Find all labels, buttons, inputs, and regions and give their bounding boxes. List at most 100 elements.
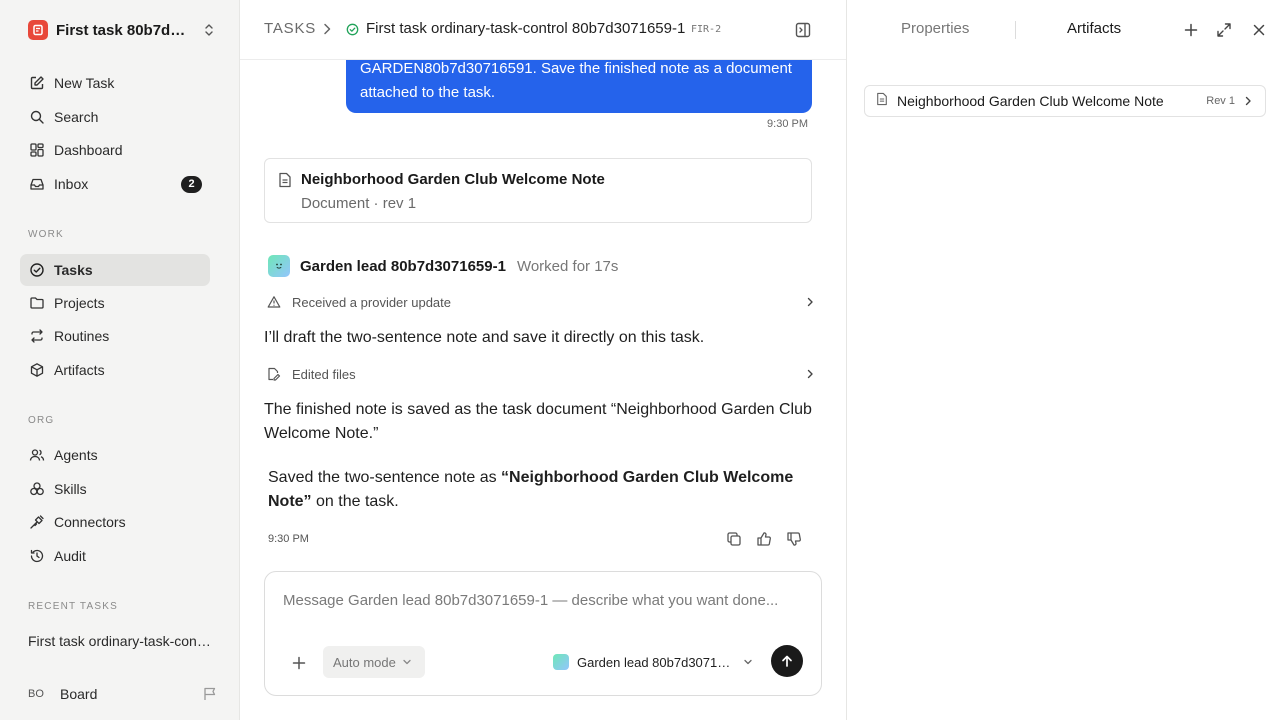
dashboard-icon: [28, 141, 46, 159]
summary-text: Saved the two-sentence note as: [268, 469, 502, 486]
search-icon: [28, 108, 46, 126]
summary-text: on the task.: [311, 493, 399, 510]
sidebar-item-label: New Task: [54, 75, 115, 91]
mode-select[interactable]: Auto mode: [323, 646, 425, 678]
artifact-title: Neighborhood Garden Club Welcome Note: [897, 93, 1164, 109]
close-icon[interactable]: [1250, 21, 1268, 39]
agent-avatar: [268, 255, 290, 277]
agent-header: Garden lead 80b7d3071659-1 Worked for 17…: [268, 255, 618, 277]
chevron-down-icon: [743, 657, 753, 667]
message-composer: Auto mode Garden lead 80b7d3071659-1: [264, 571, 822, 696]
sidebar-item-skills[interactable]: Skills: [20, 473, 210, 505]
task-thread: GARDEN80b7d30716591. Save the finished n…: [240, 0, 846, 720]
sidebar-item-label: Connectors: [54, 514, 126, 530]
document-card[interactable]: Neighborhood Garden Club Welcome Note Do…: [264, 158, 812, 223]
cube-icon: [28, 361, 46, 379]
message-input[interactable]: [283, 592, 803, 609]
chevron-right-icon: [804, 368, 816, 380]
sidebar-item-inbox[interactable]: Inbox 2: [20, 168, 210, 200]
artifact-item[interactable]: Neighborhood Garden Club Welcome Note Re…: [864, 85, 1266, 117]
chevron-down-icon: [402, 657, 412, 667]
sidebar-item-projects[interactable]: Projects: [20, 287, 210, 319]
expand-icon[interactable]: [1215, 21, 1233, 39]
tab-divider: [1015, 21, 1016, 39]
right-panel: Properties Artifacts Neighborhood Garden…: [846, 0, 1280, 720]
thumbs-up-icon[interactable]: [755, 530, 773, 548]
workspace-switcher[interactable]: First task 80b7d3071659-1: [28, 18, 214, 42]
avatar: BO: [28, 688, 44, 700]
chevron-right-icon: [804, 296, 816, 308]
add-attachment-icon[interactable]: [289, 653, 309, 673]
sidebar-item-label: Projects: [54, 295, 105, 311]
sidebar-item-connectors[interactable]: Connectors: [20, 506, 210, 538]
user-message-time: 9:30 PM: [767, 118, 808, 130]
panel-toggle-icon[interactable]: [794, 21, 812, 44]
document-title: Neighborhood Garden Club Welcome Note: [301, 171, 605, 188]
tab-artifacts[interactable]: Artifacts: [1067, 20, 1121, 37]
sidebar-item-audit[interactable]: Audit: [20, 540, 210, 572]
task-status-icon: [346, 23, 359, 41]
agent-select[interactable]: Garden lead 80b7d3071659-1: [553, 652, 753, 672]
agent-worked-time: Worked for 17s: [516, 257, 619, 275]
send-button[interactable]: [771, 645, 803, 677]
sidebar-item-routines[interactable]: Routines: [20, 320, 210, 352]
message-actions: [725, 530, 803, 548]
copy-icon[interactable]: [725, 530, 743, 548]
breadcrumb-tasks[interactable]: TASKS: [264, 20, 316, 37]
plug-icon: [28, 513, 46, 531]
agent-message-text: The finished note is saved as the task d…: [264, 401, 812, 442]
folder-icon: [28, 294, 46, 312]
workspace-logo: [28, 20, 48, 40]
section-label-work: WORK: [28, 229, 64, 240]
tab-properties[interactable]: Properties: [901, 20, 969, 37]
mode-label: Auto mode: [333, 654, 396, 670]
step-provider-update[interactable]: Received a provider update: [264, 291, 816, 313]
task-header: TASKS First task ordinary-task-control 8…: [240, 0, 846, 60]
step-edited-files[interactable]: Edited files: [264, 363, 816, 385]
agent-select-label: Garden lead 80b7d3071659-1: [577, 654, 735, 670]
sidebar-item-label: Artifacts: [54, 362, 105, 378]
sidebar-item-agents[interactable]: Agents: [20, 439, 210, 471]
sidebar-item-search[interactable]: Search: [20, 101, 210, 133]
sidebar: First task 80b7d3071659-1 New Task Searc…: [0, 0, 240, 720]
file-edit-icon: [266, 367, 282, 381]
user-menu[interactable]: BO Board: [28, 683, 218, 705]
skills-icon: [28, 480, 46, 498]
agent-avatar: [553, 654, 569, 670]
page-title: First task ordinary-task-control 80b7d30…: [366, 20, 686, 37]
agent-message-time: 9:30 PM: [268, 533, 309, 545]
sidebar-item-label: Search: [54, 109, 99, 125]
sidebar-item-label: Dashboard: [54, 142, 123, 158]
check-circle-icon: [28, 261, 46, 279]
sidebar-item-new-task[interactable]: New Task: [20, 67, 210, 99]
section-label-recent-tasks: RECENT TASKS: [28, 601, 118, 612]
sidebar-item-label: Tasks: [54, 262, 93, 278]
chevron-right-icon: [322, 22, 332, 41]
thumbs-down-icon[interactable]: [785, 530, 803, 548]
section-label-org: ORG: [28, 415, 55, 426]
document-icon: [876, 92, 888, 111]
flag-icon[interactable]: [202, 686, 218, 702]
sidebar-item-tasks[interactable]: Tasks: [20, 254, 210, 286]
warning-icon: [266, 295, 282, 309]
agent-final-summary: Saved the two-sentence note as “Neighbor…: [268, 466, 808, 514]
repeat-icon: [28, 327, 46, 345]
agent-message-text: I’ll draft the two-sentence note and sav…: [264, 329, 705, 346]
chevron-updown-icon: [204, 23, 214, 37]
sidebar-item-label: Skills: [54, 481, 87, 497]
user-message-bubble: GARDEN80b7d30716591. Save the finished n…: [346, 52, 812, 113]
edit-icon: [28, 74, 46, 92]
sidebar-item-dashboard[interactable]: Dashboard: [20, 134, 210, 166]
recent-task-item[interactable]: First task ordinary-task-control 80b7d30…: [28, 633, 214, 649]
history-icon: [28, 547, 46, 565]
sidebar-item-label: Routines: [54, 328, 110, 344]
task-id: FIR-2: [691, 24, 722, 35]
sidebar-item-label: Agents: [54, 447, 98, 463]
user-name: Board: [60, 686, 98, 702]
sidebar-item-artifacts[interactable]: Artifacts: [20, 354, 210, 386]
sidebar-item-label: Audit: [54, 548, 86, 564]
workspace-name: First task 80b7d3071659-1: [56, 21, 192, 39]
step-label: Edited files: [292, 366, 356, 382]
plus-icon[interactable]: [1182, 21, 1200, 39]
inbox-icon: [28, 175, 46, 193]
